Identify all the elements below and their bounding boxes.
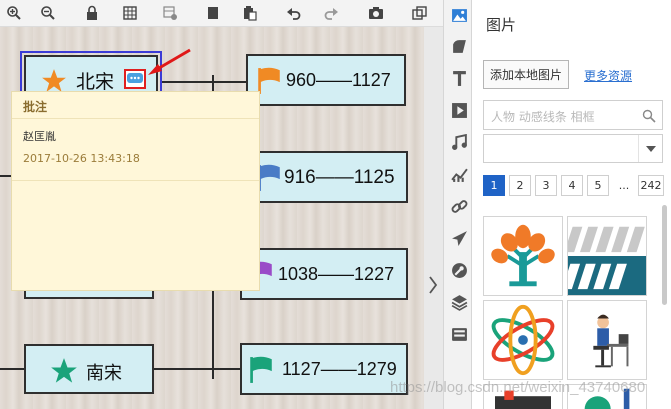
- resource-iconbar: [443, 0, 472, 409]
- grid-icon[interactable]: [120, 4, 140, 22]
- period-box[interactable]: 960——1127: [246, 54, 406, 106]
- text-icon[interactable]: [449, 68, 469, 88]
- period-box[interactable]: 1127——1279: [240, 343, 408, 395]
- paste-icon[interactable]: [240, 4, 260, 22]
- link-icon[interactable]: [449, 196, 469, 216]
- fit-icon[interactable]: [410, 4, 430, 22]
- panel-scrollbar[interactable]: [662, 205, 667, 305]
- chevron-down-icon[interactable]: [638, 135, 662, 162]
- undo-icon[interactable]: [284, 4, 304, 22]
- plane-icon[interactable]: [449, 228, 469, 248]
- image-icon[interactable]: [449, 5, 469, 25]
- page-button[interactable]: 2: [509, 175, 531, 196]
- music-icon[interactable]: [449, 132, 469, 152]
- panel-title: 图片: [486, 16, 517, 34]
- period-label: 960——1127: [286, 70, 391, 90]
- flag-icon: [250, 356, 272, 383]
- toolbar: [0, 0, 443, 27]
- divider: [12, 118, 259, 119]
- connector: [0, 368, 24, 370]
- image-search-input[interactable]: 人物 动感线条 相框: [483, 100, 663, 130]
- connector: [152, 368, 242, 370]
- red-arrow-annotation: [148, 48, 191, 75]
- period-box[interactable]: 1038——1227: [240, 248, 408, 300]
- chart-icon[interactable]: [449, 164, 469, 184]
- divider: [12, 180, 259, 181]
- image-thumbnail[interactable]: [483, 300, 563, 380]
- page-ellipsis: ...: [618, 179, 630, 192]
- image-thumbnail[interactable]: [483, 216, 563, 296]
- zoom-in-icon[interactable]: [4, 4, 24, 22]
- comment-title: 批注: [23, 100, 48, 114]
- comment-popup[interactable]: 批注 赵匡胤 2017-10-26 13:43:18: [11, 91, 260, 291]
- search-icon[interactable]: [642, 109, 656, 123]
- storage-icon[interactable]: [449, 324, 469, 344]
- search-placeholder: 人物 动感线条 相框: [491, 110, 595, 124]
- tree-image: [491, 224, 555, 287]
- comment-author: 赵匡胤: [23, 130, 56, 143]
- more-resources-link[interactable]: 更多资源: [584, 67, 632, 84]
- atom-image: [491, 304, 555, 376]
- person-at-desk-image: [593, 314, 629, 368]
- books-image: [568, 217, 646, 295]
- format-icon[interactable]: [160, 4, 180, 22]
- redo-icon[interactable]: [321, 4, 341, 22]
- layers-icon[interactable]: [449, 292, 469, 312]
- wrench-icon[interactable]: [449, 260, 469, 280]
- page-button[interactable]: 5: [587, 175, 609, 196]
- page-button[interactable]: 242: [638, 175, 664, 196]
- period-label: 916——1125: [284, 167, 395, 188]
- node-label: 北宋: [76, 72, 115, 93]
- star-icon: [51, 358, 77, 383]
- chevron-right-icon[interactable]: [428, 275, 438, 295]
- zoom-out-icon[interactable]: [38, 4, 58, 22]
- node-nansong[interactable]: 南宋: [24, 344, 154, 394]
- period-box[interactable]: 916——1125: [246, 151, 408, 203]
- image-thumbnail[interactable]: [567, 216, 647, 296]
- add-local-image-button[interactable]: 添加本地图片: [483, 60, 569, 89]
- category-select[interactable]: [483, 134, 663, 163]
- connector: [160, 81, 246, 83]
- comment-time: 2017-10-26 13:43:18: [23, 152, 140, 165]
- page-button[interactable]: 3: [535, 175, 557, 196]
- image-thumbnail[interactable]: [567, 300, 647, 380]
- shape-icon[interactable]: [449, 36, 469, 56]
- comment-icon[interactable]: [124, 69, 146, 89]
- watermark: https://blog.csdn.net/weixin_43740680: [390, 379, 646, 396]
- period-label: 1127——1279: [282, 359, 397, 379]
- page-button[interactable]: 1: [483, 175, 505, 196]
- image-panel: 图片 添加本地图片 更多资源 人物 动感线条 相框 1 2 3 4 5 ... …: [472, 0, 671, 409]
- node-label: 南宋: [86, 363, 122, 383]
- copy-icon[interactable]: [203, 4, 223, 22]
- period-label: 1038——1227: [278, 264, 395, 284]
- page-button[interactable]: 4: [561, 175, 583, 196]
- camera-icon[interactable]: [366, 4, 386, 22]
- panel-collapse-strip[interactable]: [424, 27, 443, 409]
- lock-icon[interactable]: [82, 4, 102, 22]
- video-icon[interactable]: [449, 100, 469, 120]
